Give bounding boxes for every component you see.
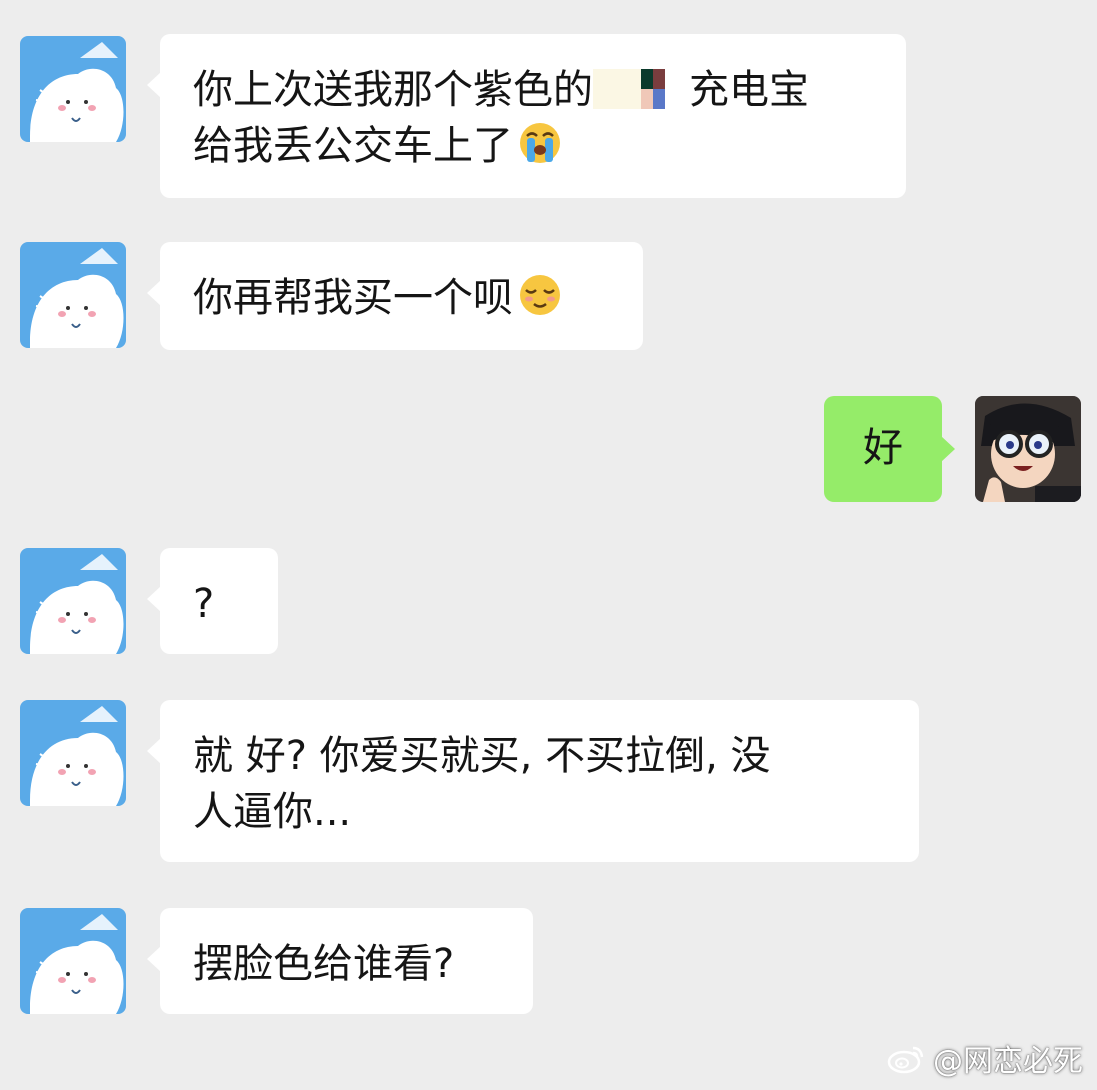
message-bubble[interactable]: 就 好? 你爱买就买, 不买拉倒, 没 人逼你...: [147, 700, 919, 862]
cloud-character-icon: [20, 242, 126, 348]
contact-avatar[interactable]: [20, 242, 126, 348]
message-bubble[interactable]: 你上次送我那个紫色的 充电宝 给我丢公交车上了: [147, 34, 906, 198]
watermark: @网恋必死: [887, 1036, 1083, 1080]
cloud-character-icon: [20, 700, 126, 806]
message-text: 摆脸色给谁看?: [193, 941, 455, 987]
message-text: 你上次送我那个紫色的: [193, 67, 593, 113]
loudly-crying-face-icon: [520, 123, 560, 163]
message-text: 就 好? 你爱买就买, 不买拉倒, 没: [193, 733, 771, 779]
message-bubble[interactable]: ?: [147, 548, 278, 654]
contact-avatar[interactable]: [20, 36, 126, 142]
weibo-icon: [887, 1046, 924, 1074]
message-text: 你再帮我买一个呗: [193, 275, 513, 321]
message-bubble[interactable]: 摆脸色给谁看?: [147, 908, 533, 1014]
cloud-character-icon: [20, 36, 126, 142]
message-line: 你上次送我那个紫色的 充电宝: [193, 62, 876, 118]
contact-avatar[interactable]: [20, 548, 126, 654]
my-avatar[interactable]: [975, 396, 1081, 502]
cloud-character-icon: [20, 548, 126, 654]
contact-avatar[interactable]: [20, 908, 126, 1014]
message-text: ?: [193, 581, 215, 627]
message-line: 给我丢公交车上了: [193, 118, 876, 174]
message-text: 好: [863, 425, 903, 471]
watermark-text: @网恋必死: [933, 1044, 1083, 1079]
smirking-face-icon: [520, 275, 560, 315]
message-text: 人逼你...: [193, 789, 352, 835]
my-message-bubble[interactable]: 好: [824, 396, 955, 502]
message-text: 给我丢公交车上了: [193, 123, 513, 169]
cloud-character-icon: [20, 908, 126, 1014]
censored-mosaic: [593, 69, 689, 109]
message-text: 充电宝: [689, 67, 809, 113]
contact-avatar[interactable]: [20, 700, 126, 806]
message-bubble[interactable]: 你再帮我买一个呗: [147, 242, 643, 350]
chat-area: 你上次送我那个紫色的 充电宝 给我丢公交车上了 你再帮我买一个呗 好 ? 就 好…: [0, 0, 1097, 1090]
anime-character-icon: [975, 396, 1081, 502]
